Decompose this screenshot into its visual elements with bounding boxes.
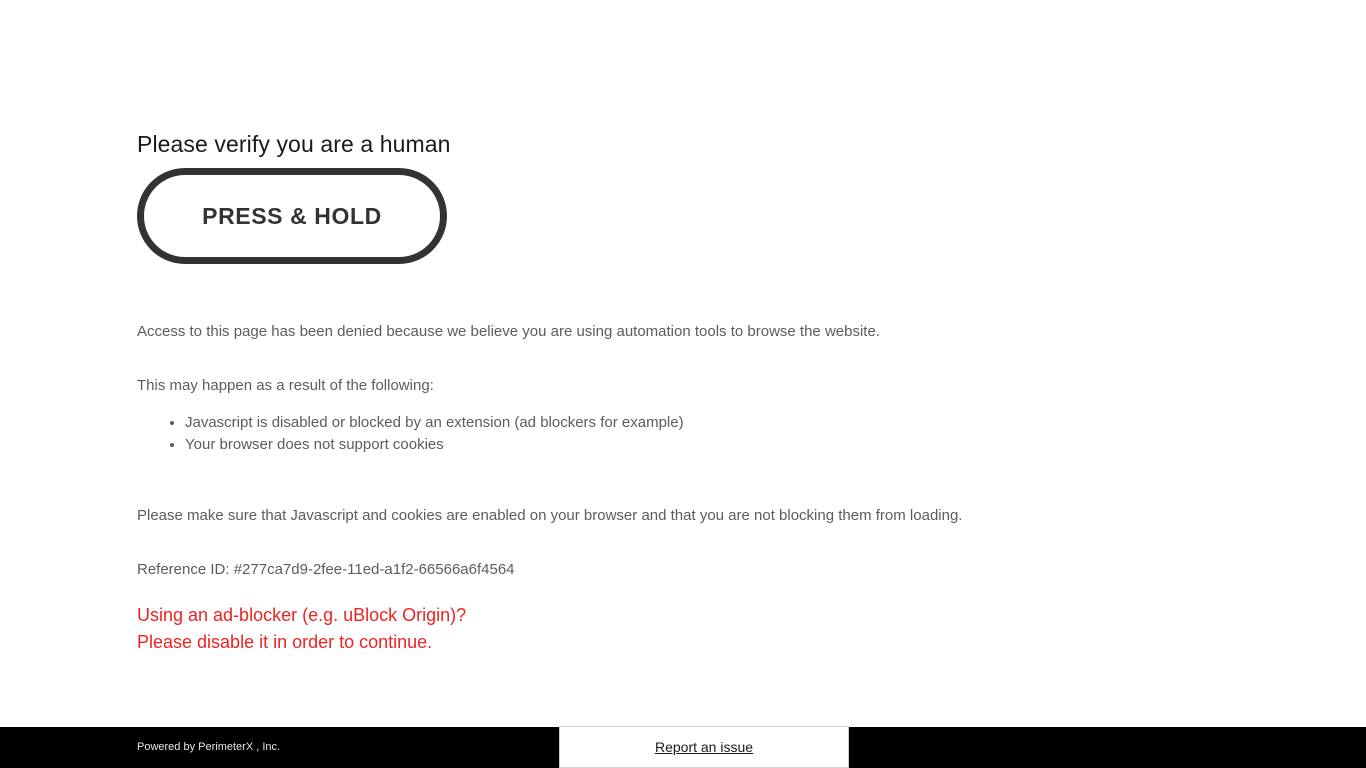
powered-by-label: Powered by PerimeterX , Inc.	[137, 741, 281, 753]
press-and-hold-label: PRESS & HOLD	[202, 202, 382, 229]
list-item: Javascript is disabled or blocked by an …	[185, 412, 684, 434]
list-item: Your browser does not support cookies	[185, 434, 684, 456]
footer-bar: Powered by PerimeterX , Inc. Report an i…	[0, 726, 1366, 768]
report-an-issue-button[interactable]: Report an issue	[559, 726, 849, 768]
verification-page: Please verify you are a human PRESS & HO…	[0, 0, 1366, 768]
page-title: Please verify you are a human	[137, 131, 451, 158]
reasons-list: Javascript is disabled or blocked by an …	[161, 412, 684, 456]
reference-id: Reference ID: #277ca7d9-2fee-11ed-a1f2-6…	[137, 561, 515, 578]
press-and-hold-button[interactable]: PRESS & HOLD	[137, 168, 447, 264]
may-happen-message: This may happen as a result of the follo…	[137, 377, 434, 394]
report-an-issue-link[interactable]: Report an issue	[655, 739, 753, 755]
access-denied-message: Access to this page has been denied beca…	[137, 323, 880, 340]
adblock-warning: Using an ad-blocker (e.g. uBlock Origin)…	[137, 602, 466, 656]
adblock-warning-line-1: Using an ad-blocker (e.g. uBlock Origin)…	[137, 605, 467, 625]
adblock-warning-line-2: Please disable it in order to continue.	[137, 632, 433, 652]
make-sure-message: Please make sure that Javascript and coo…	[137, 507, 963, 524]
